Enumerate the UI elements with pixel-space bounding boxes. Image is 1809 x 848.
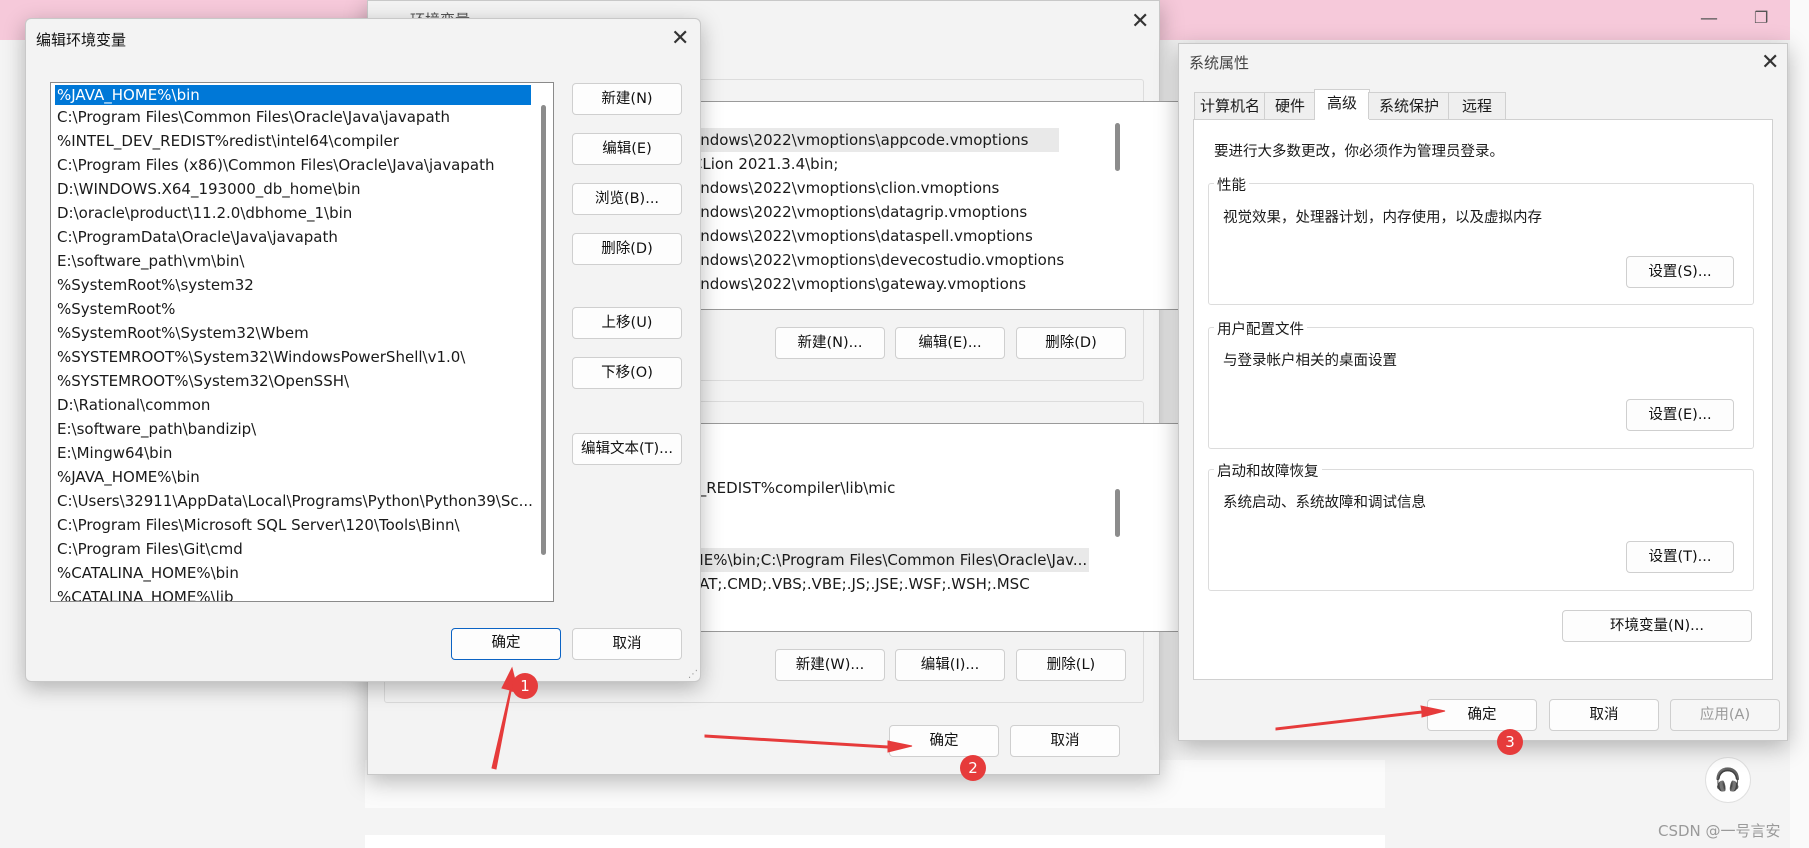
step-badge-2: 2 <box>960 755 986 781</box>
step-badge-1: 1 <box>512 673 538 699</box>
annotation-arrows <box>491 666 1446 770</box>
arrow-2 <box>704 734 913 753</box>
step-badge-3: 3 <box>1497 729 1523 755</box>
arrow-3 <box>1275 705 1446 731</box>
